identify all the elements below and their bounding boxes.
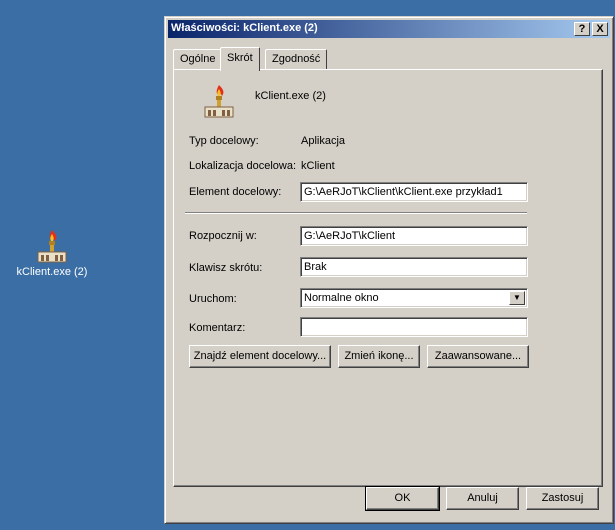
- ok-button[interactable]: OK: [365, 486, 440, 511]
- change-icon-button[interactable]: Zmień ikonę...: [338, 345, 420, 368]
- comment-label: Komentarz:: [189, 322, 246, 334]
- target-type-label: Typ docelowy:: [189, 135, 259, 147]
- properties-dialog: Właściwości: kClient.exe (2) ? X Ogólne …: [164, 16, 614, 524]
- close-button[interactable]: X: [592, 22, 608, 36]
- desktop-shortcut[interactable]: kClient.exe (2): [8, 228, 96, 278]
- target-type-value: Aplikacja: [301, 135, 346, 147]
- start-in-input[interactable]: G:\AeRJoT\kClient: [300, 226, 528, 246]
- shortcut-tab-panel: [173, 69, 603, 487]
- hotkey-label: Klawisz skrótu:: [189, 262, 263, 274]
- torch-trophy-icon: [201, 83, 237, 119]
- run-label: Uruchom:: [189, 293, 237, 305]
- tab-general[interactable]: Ogólne: [173, 49, 223, 69]
- advanced-button[interactable]: Zaawansowane...: [427, 345, 529, 368]
- run-select-value: Normalne okno: [304, 292, 379, 304]
- find-target-button[interactable]: Znajdź element docelowy...: [189, 345, 331, 368]
- comment-input[interactable]: [300, 317, 528, 337]
- tab-compatibility[interactable]: Zgodność: [265, 49, 328, 69]
- run-select[interactable]: Normalne okno ▼: [300, 288, 528, 308]
- target-location-label: Lokalizacja docelowa:: [189, 160, 297, 172]
- tab-shortcut[interactable]: Skrót: [220, 47, 260, 71]
- target-location-value: kClient: [301, 160, 335, 172]
- chevron-down-icon[interactable]: ▼: [509, 291, 525, 305]
- title-bar[interactable]: Właściwości: kClient.exe (2) ? X: [168, 20, 610, 38]
- apply-button[interactable]: Zastosuj: [526, 487, 599, 510]
- desktop-shortcut-label: kClient.exe (2): [16, 266, 88, 278]
- torch-trophy-icon: [34, 228, 70, 264]
- separator: [185, 212, 527, 214]
- start-in-label: Rozpocznij w:: [189, 230, 257, 242]
- hotkey-input[interactable]: Brak: [300, 257, 528, 277]
- help-button[interactable]: ?: [574, 22, 590, 36]
- target-label: Element docelowy:: [189, 186, 282, 198]
- cancel-button[interactable]: Anuluj: [446, 487, 519, 510]
- target-input[interactable]: G:\AeRJoT\kClient\kClient.exe przykład1: [300, 182, 528, 202]
- shortcut-name: kClient.exe (2): [255, 90, 326, 102]
- window-title: Właściwości: kClient.exe (2): [171, 22, 318, 34]
